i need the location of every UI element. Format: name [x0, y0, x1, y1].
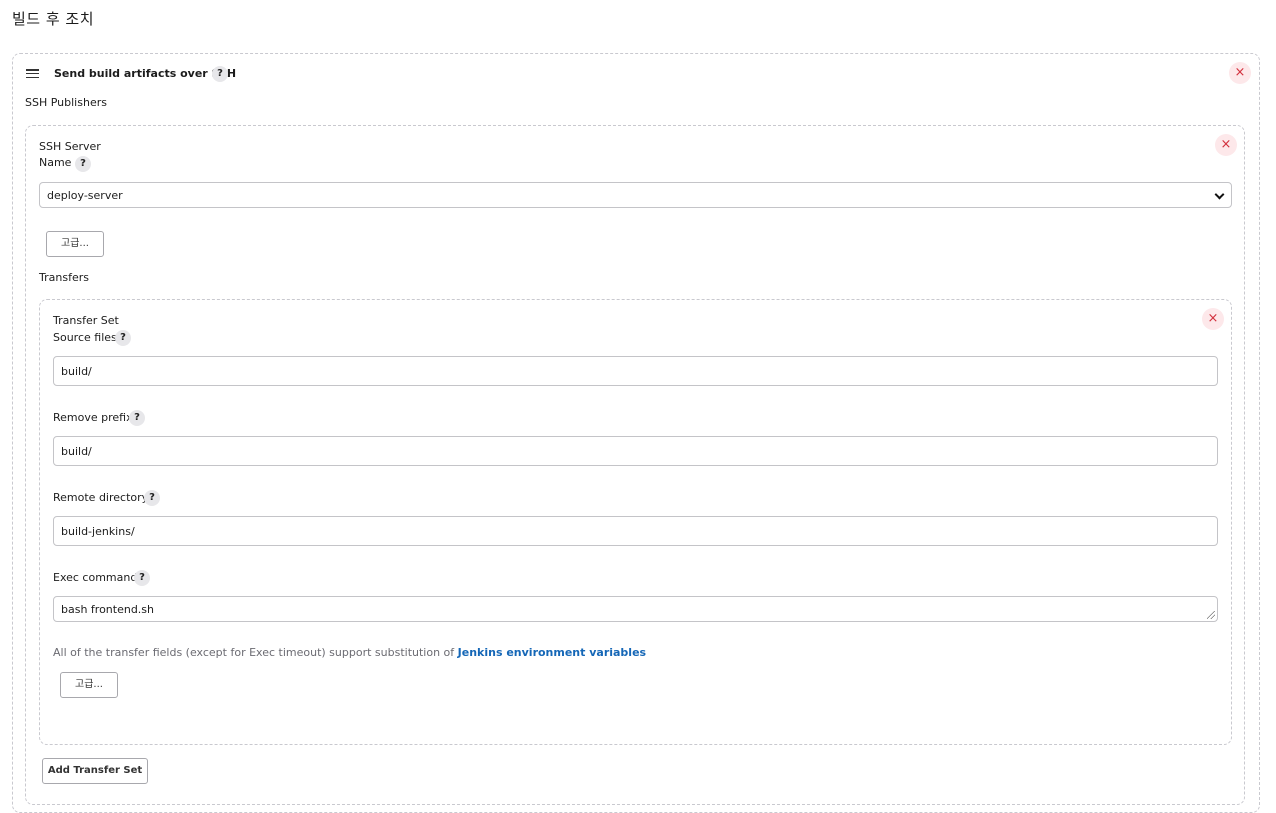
source-files-input[interactable]: build/ [53, 356, 1218, 386]
drag-handle-icon[interactable] [26, 69, 39, 78]
resize-handle-icon[interactable] [1207, 611, 1215, 619]
section-title: 빌드 후 조치 [12, 10, 95, 28]
add-transfer-set-button[interactable]: Add Transfer Set [42, 758, 148, 784]
help-icon[interactable]: ? [75, 156, 91, 172]
help-icon[interactable]: ? [212, 66, 228, 82]
exec-command-label: Exec command [53, 571, 138, 584]
help-icon[interactable]: ? [134, 570, 150, 586]
remote-directory-input[interactable]: build-jenkins/ [53, 516, 1218, 546]
server-name-select[interactable]: deploy-server [39, 182, 1232, 208]
name-label: Name [39, 156, 72, 169]
ssh-server-title: SSH Server [39, 140, 101, 153]
exec-command-value: bash frontend.sh [61, 602, 155, 616]
advanced-button[interactable]: 고급... [46, 231, 104, 257]
help-icon[interactable]: ? [129, 410, 145, 426]
chevron-down-icon [1215, 191, 1224, 200]
remote-directory-label: Remote directory [53, 491, 149, 504]
env-variables-note: All of the transfer fields (except for E… [53, 646, 646, 659]
source-files-value: build/ [61, 364, 92, 378]
ssh-publishers-label: SSH Publishers [25, 96, 107, 109]
transfer-advanced-button[interactable]: 고급... [60, 672, 118, 698]
help-icon[interactable]: ? [115, 330, 131, 346]
note-text: All of the transfer fields (except for E… [53, 646, 458, 659]
remote-directory-value: build-jenkins/ [61, 524, 135, 538]
jenkins-env-variables-link[interactable]: Jenkins environment variables [458, 646, 646, 659]
close-icon[interactable]: × [1229, 62, 1251, 84]
exec-command-textarea[interactable]: bash frontend.sh [53, 596, 1218, 622]
transfers-label: Transfers [39, 271, 89, 284]
close-icon[interactable]: × [1215, 134, 1237, 156]
help-icon[interactable]: ? [144, 490, 160, 506]
publisher-title: Send build artifacts over SSH [54, 67, 237, 80]
remove-prefix-value: build/ [61, 444, 92, 458]
remove-prefix-label: Remove prefix [53, 411, 133, 424]
source-files-label: Source files [53, 331, 117, 344]
transfer-set-title: Transfer Set [53, 314, 119, 327]
close-icon[interactable]: × [1202, 308, 1224, 330]
server-name-value: deploy-server [47, 188, 123, 202]
remove-prefix-input[interactable]: build/ [53, 436, 1218, 466]
